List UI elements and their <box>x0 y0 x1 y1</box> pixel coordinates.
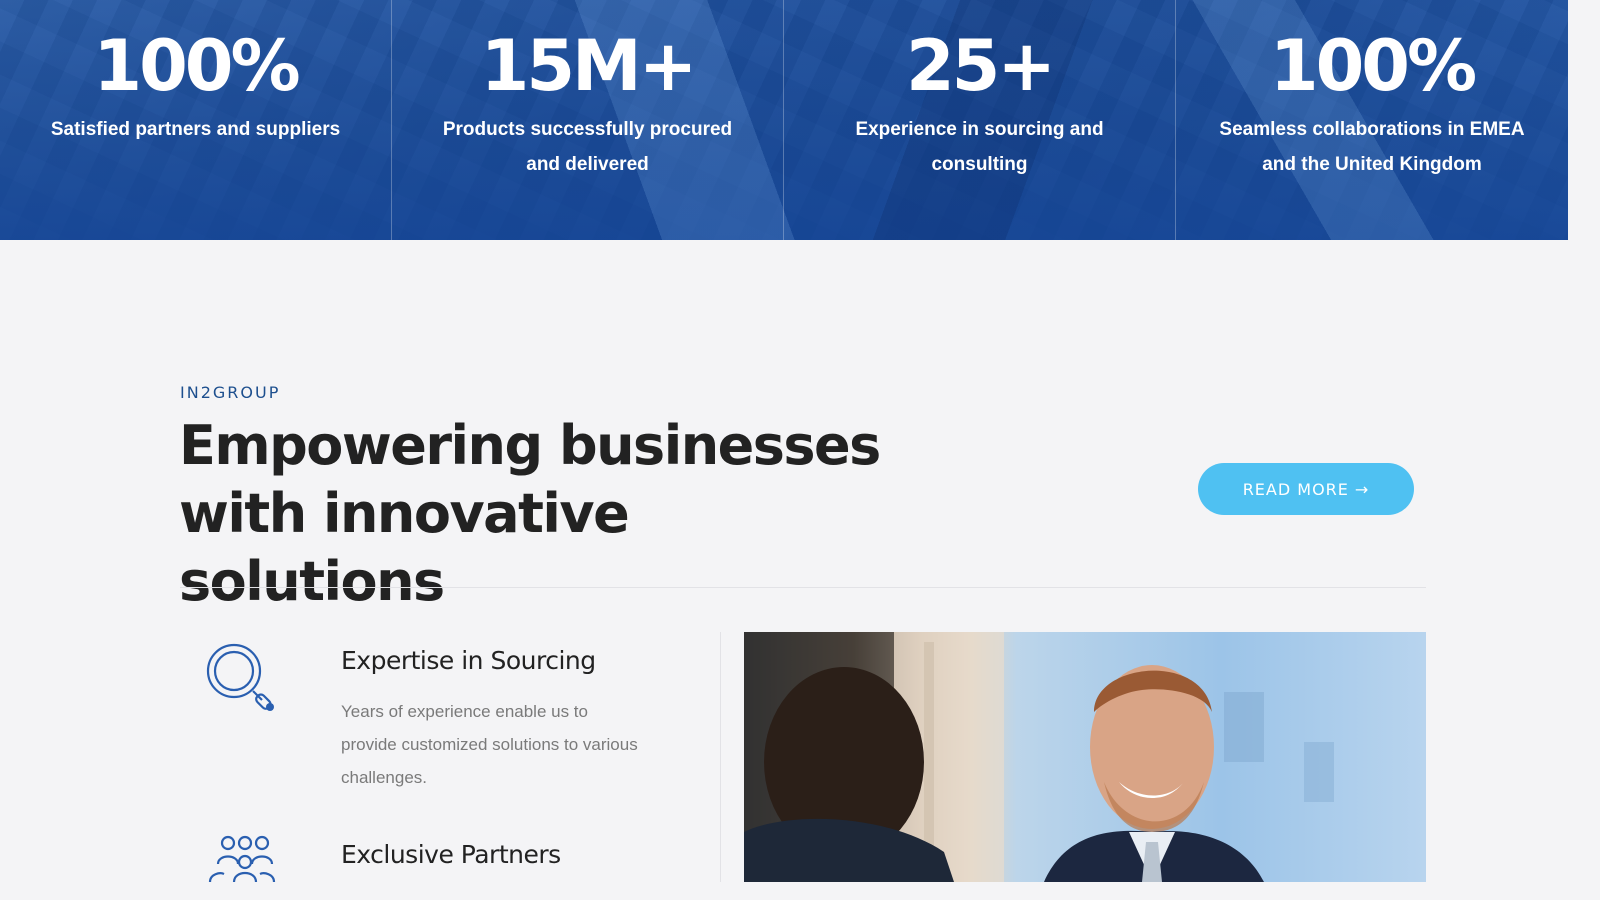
section-eyebrow: IN2GROUP <box>180 383 281 402</box>
section-headline: Empowering businesses with innovative so… <box>179 414 881 613</box>
stat-experience: 25+ Experience in sourcing and consultin… <box>784 0 1176 240</box>
section-divider <box>180 587 1426 588</box>
column-divider <box>720 632 721 882</box>
stat-label: Products successfully procured and deliv… <box>442 119 733 175</box>
arrow-right-icon: → <box>1354 479 1370 499</box>
feature-title-partners: Exclusive Partners <box>341 840 561 869</box>
stat-label: Seamless collaborations in EMEA and the … <box>1219 119 1525 175</box>
stat-label: Satisfied partners and suppliers <box>50 119 341 140</box>
team-icon <box>206 834 278 883</box>
meeting-photo <box>744 632 1426 882</box>
feature-desc-sourcing: Years of experience enable us to provide… <box>341 702 638 787</box>
stat-products-procured: 15M+ Products successfully procured and … <box>392 0 784 240</box>
stat-collaborations: 100% Seamless collaborations in EMEA and… <box>1176 0 1568 240</box>
stat-value: 100% <box>1269 25 1477 107</box>
stat-value: 15M+ <box>480 25 698 107</box>
read-more-label: READ MORE <box>1242 479 1349 499</box>
read-more-button[interactable]: READ MORE → <box>1198 463 1414 515</box>
feature-title-sourcing: Expertise in Sourcing <box>341 646 596 675</box>
magnifier-icon <box>204 641 278 715</box>
stat-value: 100% <box>93 25 300 107</box>
stat-satisfied-partners: 100% Satisfied partners and suppliers <box>0 0 392 240</box>
stat-value: 25+ <box>905 25 1056 107</box>
stats-band: 100% Satisfied partners and suppliers 15… <box>0 0 1568 240</box>
stat-label: Experience in sourcing and consulting <box>855 119 1104 175</box>
